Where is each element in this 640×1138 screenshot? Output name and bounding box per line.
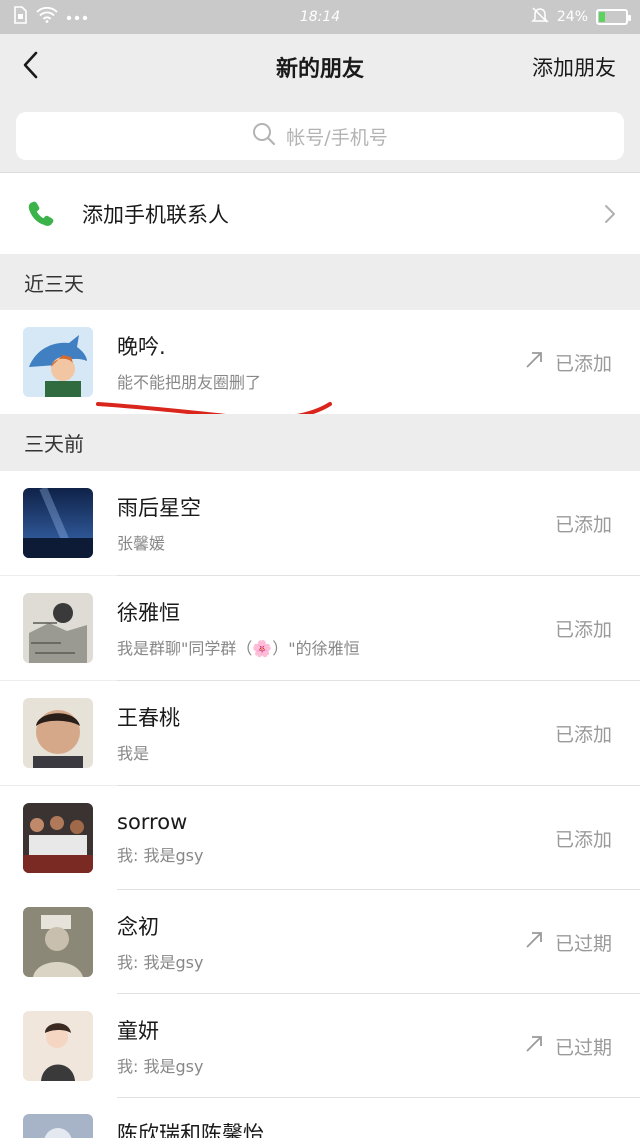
friend-status-label: 已添加	[554, 513, 612, 536]
friend-message: 我是群聊"同学群（🌸）"的徐雅恒	[117, 639, 360, 658]
friend-status-label: 已添加	[554, 723, 612, 746]
friend-name: 晚吟.	[117, 335, 166, 359]
sim-card-icon	[12, 6, 28, 28]
section-header-recent: 近三天	[0, 254, 640, 310]
add-friend-button[interactable]: 添加朋友	[532, 52, 616, 82]
avatar	[23, 803, 93, 873]
navigation-bar: 新的朋友 添加朋友	[0, 34, 640, 100]
search-placeholder: 帐号/手机号	[286, 126, 388, 149]
battery-icon	[596, 9, 631, 25]
arrow-up-right-icon	[525, 931, 543, 954]
friend-status: 已过期	[500, 1033, 640, 1060]
back-button[interactable]	[0, 34, 60, 100]
arrow-up-right-icon	[525, 351, 543, 374]
friend-status: 已过期	[500, 929, 640, 956]
friend-status-label: 已过期	[554, 1036, 612, 1059]
avatar	[23, 907, 93, 977]
phone-icon	[0, 199, 82, 229]
more-dots-icon	[66, 9, 88, 25]
friend-status-label: 已添加	[554, 352, 612, 375]
friend-request-row[interactable]: 晚吟. 能不能把朋友圈删了 已添加	[0, 310, 640, 414]
avatar	[23, 698, 93, 768]
friend-status-label: 已过期	[554, 932, 612, 955]
search-icon	[252, 122, 276, 151]
friend-message: 张馨媛	[117, 534, 166, 553]
friend-name: 童妍	[117, 1019, 159, 1043]
friend-status: 已添加	[500, 510, 640, 537]
add-phone-contacts-row[interactable]: 添加手机联系人	[0, 172, 640, 254]
friend-request-row[interactable]: sorrow 我: 我是gsy 已添加	[0, 786, 640, 890]
avatar	[23, 488, 93, 558]
friend-status: 已添加	[500, 720, 640, 747]
friend-name: 王春桃	[117, 706, 180, 730]
friend-message: 我: 我是gsy	[117, 953, 204, 972]
friend-name: 雨后星空	[117, 496, 201, 520]
battery-level-fill	[599, 12, 606, 22]
friend-message: 我: 我是gsy	[117, 1057, 204, 1076]
friend-message: 能不能把朋友圈删了	[117, 373, 262, 392]
friend-request-row[interactable]: 陈欣瑞和陈馨怡	[0, 1098, 640, 1138]
friend-request-row[interactable]: 雨后星空 张馨媛 已添加	[0, 471, 640, 575]
search-input[interactable]: 帐号/手机号	[16, 112, 624, 160]
chevron-left-icon	[22, 51, 38, 83]
search-bar: 帐号/手机号	[0, 100, 640, 172]
friend-status-label: 已添加	[554, 828, 612, 851]
status-time: 18:14	[299, 9, 341, 25]
add-phone-contacts-label: 添加手机联系人	[82, 202, 229, 227]
section-header-older: 三天前	[0, 414, 640, 470]
friend-status: 已添加	[500, 825, 640, 852]
chevron-right-icon	[580, 204, 640, 224]
battery-percent: 24%	[556, 9, 588, 25]
wifi-icon	[36, 6, 58, 27]
arrow-up-right-icon	[525, 1035, 543, 1058]
avatar	[23, 1011, 93, 1081]
friend-message: 我: 我是gsy	[117, 846, 204, 865]
avatar	[23, 593, 93, 663]
friend-name: sorrow	[117, 810, 188, 834]
friend-status: 已添加	[500, 349, 640, 376]
friend-status-label: 已添加	[554, 618, 612, 641]
status-bar: 18:14 24%	[0, 0, 640, 34]
friend-name: 陈欣瑞和陈馨怡	[117, 1122, 264, 1138]
friend-request-row[interactable]: 徐雅恒 我是群聊"同学群（🌸）"的徐雅恒 已添加	[0, 576, 640, 680]
friend-request-row[interactable]: 童妍 我: 我是gsy 已过期	[0, 994, 640, 1098]
mute-bell-icon	[531, 6, 549, 28]
friend-request-row[interactable]: 王春桃 我是 已添加	[0, 681, 640, 785]
friend-status: 已添加	[500, 615, 640, 642]
friend-request-row[interactable]: 念初 我: 我是gsy 已过期	[0, 890, 640, 994]
friend-name: 念初	[117, 915, 159, 939]
avatar	[23, 327, 93, 397]
avatar	[23, 1114, 93, 1138]
friend-name: 徐雅恒	[117, 601, 180, 625]
friend-message: 我是	[117, 744, 150, 763]
